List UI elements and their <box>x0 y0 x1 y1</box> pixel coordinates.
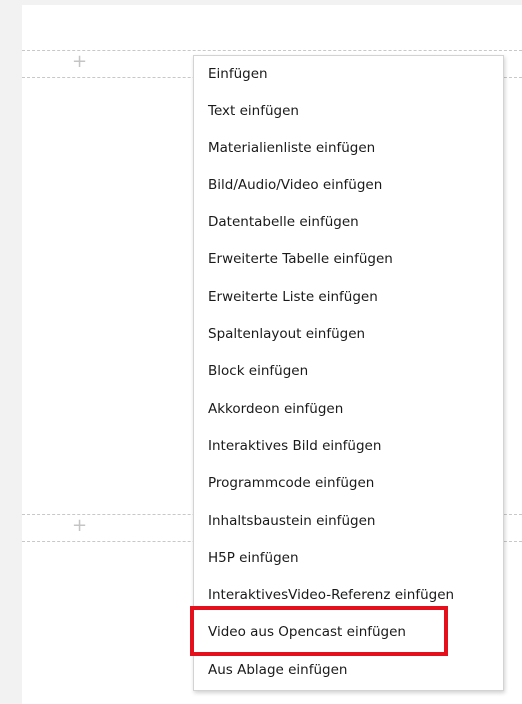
menu-item-block[interactable]: Block einfügen <box>208 359 308 383</box>
menu-item-interaktives-bild[interactable]: Interaktives Bild einfügen <box>208 434 381 458</box>
menu-item-erweiterte-liste[interactable]: Erweiterte Liste einfügen <box>208 285 378 309</box>
menu-item-aus-ablage[interactable]: Aus Ablage einfügen <box>208 658 347 682</box>
add-icon[interactable]: + <box>72 53 87 71</box>
menu-item-einfuegen[interactable]: Einfügen <box>208 62 268 86</box>
menu-item-datentabelle[interactable]: Datentabelle einfügen <box>208 210 359 234</box>
highlight-box <box>190 606 448 656</box>
add-icon[interactable]: + <box>72 517 87 535</box>
editor-top-strip <box>22 0 522 5</box>
menu-item-materialienliste[interactable]: Materialienliste einfügen <box>208 136 375 160</box>
menu-item-bild-audio-video[interactable]: Bild/Audio/Video einfügen <box>208 173 382 197</box>
menu-item-spaltenlayout[interactable]: Spaltenlayout einfügen <box>208 322 365 346</box>
menu-item-inhaltsbaustein[interactable]: Inhaltsbaustein einfügen <box>208 509 375 533</box>
menu-item-erweiterte-tabelle[interactable]: Erweiterte Tabelle einfügen <box>208 247 393 271</box>
insert-dropdown-menu: Einfügen Text einfügen Materialienliste … <box>193 55 504 691</box>
menu-item-h5p[interactable]: H5P einfügen <box>208 546 299 570</box>
menu-item-text[interactable]: Text einfügen <box>208 99 299 123</box>
menu-item-programmcode[interactable]: Programmcode einfügen <box>208 471 374 495</box>
menu-item-akkordeon[interactable]: Akkordeon einfügen <box>208 397 343 421</box>
menu-item-interaktivesvideo-referenz[interactable]: InteraktivesVideo-Referenz einfügen <box>208 583 454 607</box>
